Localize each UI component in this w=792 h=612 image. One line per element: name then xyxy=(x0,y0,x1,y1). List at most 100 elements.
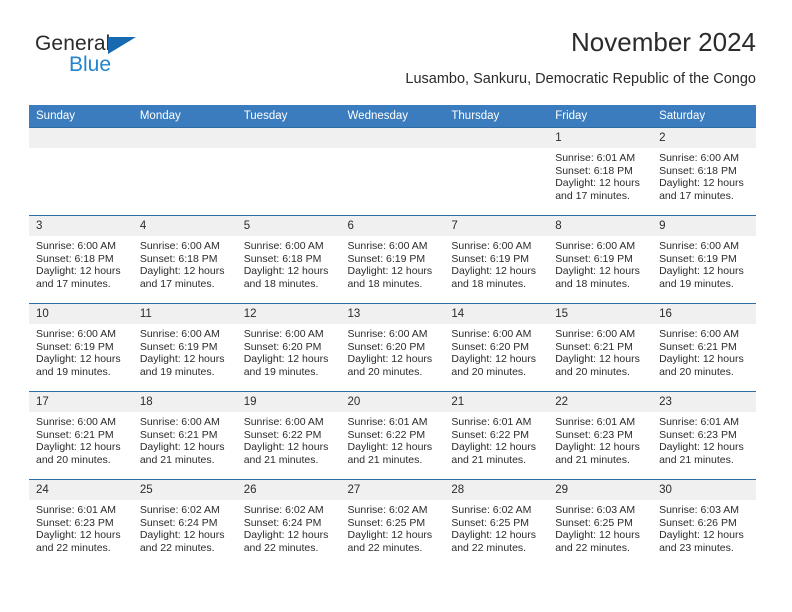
day-detail-line: Sunset: 6:20 PM xyxy=(243,340,322,353)
day-detail-line: Daylight: 12 hours xyxy=(139,265,225,278)
calendar-grid: Sunday Monday Tuesday Wednesday Thursday Frid… xyxy=(29,105,756,567)
day-detail-line: Sunset: 6:26 PM xyxy=(659,516,737,529)
day-detail-line: Daylight: 12 hours xyxy=(555,177,640,190)
day-detail-line: Daylight: 12 hours xyxy=(451,265,537,278)
day-number: 3 xyxy=(29,216,133,236)
weekday-header-cell: Tuesday xyxy=(236,105,341,127)
day-sun-details: Sunrise: 6:01 AM Sunset: 6:18 PM Daylight:… xyxy=(548,148,652,202)
day-detail-line: Sunrise: 6:00 AM xyxy=(243,416,324,428)
calendar-header-row: Sunday Monday Tuesday Wednesday Thursday Frid… xyxy=(29,105,756,127)
day-detail-line: Sunset: 6:21 PM xyxy=(139,428,218,441)
calendar-day-cell[interactable]: 29 Sunrise: 6:03 AM Sunset: 6:25 PM Dayligh… xyxy=(548,479,653,567)
day-cell-inner: 19 Sunrise: 6:00 AM Sunset: 6:22 PM Dayligh… xyxy=(236,391,341,479)
day-detail-line: Daylight: 12 hours xyxy=(36,529,121,542)
day-detail-line: and 19 minutes. xyxy=(243,365,319,378)
day-sun-details xyxy=(29,148,133,152)
calendar-day-cell[interactable]: 16 Sunrise: 6:00 AM Sunset: 6:21 PM Dayligh… xyxy=(652,303,756,391)
day-detail-line: Sunrise: 6:00 AM xyxy=(36,416,116,428)
day-number: 11 xyxy=(132,304,237,324)
day-number: 12 xyxy=(236,304,341,324)
day-detail-line: Sunset: 6:21 PM xyxy=(36,428,114,441)
calendar-day-cell[interactable]: 28 Sunrise: 6:02 AM Sunset: 6:25 PM Dayligh… xyxy=(444,479,549,567)
calendar-day-cell[interactable]: 4 Sunrise: 6:00 AM Sunset: 6:18 PM Daylight… xyxy=(132,215,237,303)
calendar-day-cell[interactable]: 7 Sunrise: 6:00 AM Sunset: 6:19 PM Daylight… xyxy=(444,215,549,303)
calendar-day-cell[interactable]: 9 Sunrise: 6:00 AM Sunset: 6:19 PM Daylight… xyxy=(652,215,756,303)
day-number: 14 xyxy=(444,304,549,324)
calendar-day-cell[interactable]: 23 Sunrise: 6:01 AM Sunset: 6:23 PM Dayligh… xyxy=(652,391,756,479)
calendar-day-cell[interactable]: 3 Sunrise: 6:00 AM Sunset: 6:18 PM Daylight… xyxy=(29,215,133,303)
day-detail-line: Sunrise: 6:00 AM xyxy=(659,152,740,164)
calendar-day-cell[interactable]: 26 Sunrise: 6:02 AM Sunset: 6:24 PM Dayligh… xyxy=(236,479,341,567)
day-cell-inner: 16 Sunrise: 6:00 AM Sunset: 6:21 PM Dayligh… xyxy=(652,303,756,391)
calendar-day-cell[interactable]: 2 Sunrise: 6:00 AM Sunset: 6:18 PM Daylight… xyxy=(652,127,756,215)
calendar-day-cell[interactable]: 30 Sunrise: 6:03 AM Sunset: 6:26 PM Dayligh… xyxy=(652,479,756,567)
day-number xyxy=(132,128,237,148)
calendar-day-cell[interactable]: 20 Sunrise: 6:01 AM Sunset: 6:22 PM Dayligh… xyxy=(340,391,445,479)
day-cell-inner: 8 Sunrise: 6:00 AM Sunset: 6:19 PM Daylight… xyxy=(548,215,653,303)
day-cell-inner: 27 Sunrise: 6:02 AM Sunset: 6:25 PM Dayligh… xyxy=(340,479,445,567)
weekday-header-cell: Sunday xyxy=(29,105,133,127)
day-number: 16 xyxy=(652,304,756,324)
calendar-day-cell[interactable]: 5 Sunrise: 6:00 AM Sunset: 6:18 PM Daylight… xyxy=(236,215,341,303)
calendar-day-cell[interactable]: 15 Sunrise: 6:00 AM Sunset: 6:21 PM Dayligh… xyxy=(548,303,653,391)
day-sun-details: Sunrise: 6:01 AM Sunset: 6:23 PM Daylight:… xyxy=(29,500,133,554)
day-sun-details: Sunrise: 6:02 AM Sunset: 6:24 PM Daylight:… xyxy=(133,500,237,554)
calendar-day-cell[interactable]: 13 Sunrise: 6:00 AM Sunset: 6:20 PM Dayligh… xyxy=(340,303,445,391)
day-sun-details: Sunrise: 6:00 AM Sunset: 6:19 PM Daylight:… xyxy=(29,324,133,378)
day-number: 27 xyxy=(340,480,445,500)
day-detail-line: and 20 minutes. xyxy=(555,365,630,378)
day-detail-line: Daylight: 12 hours xyxy=(243,353,329,366)
day-sun-details: Sunrise: 6:01 AM Sunset: 6:22 PM Daylight:… xyxy=(444,412,548,466)
calendar-day-cell[interactable]: 19 Sunrise: 6:00 AM Sunset: 6:22 PM Dayligh… xyxy=(236,391,341,479)
day-detail-line: Daylight: 12 hours xyxy=(555,353,640,366)
day-number: 1 xyxy=(548,128,653,148)
calendar-day-cell[interactable]: 18 Sunrise: 6:00 AM Sunset: 6:21 PM Dayligh… xyxy=(132,391,237,479)
day-detail-line: Sunrise: 6:00 AM xyxy=(555,328,636,340)
day-sun-details: Sunrise: 6:00 AM Sunset: 6:19 PM Daylight:… xyxy=(652,236,756,290)
day-cell-inner: 11 Sunrise: 6:00 AM Sunset: 6:19 PM Dayligh… xyxy=(132,303,237,391)
day-number: 10 xyxy=(29,304,133,324)
weekday-header-cell: Saturday xyxy=(652,105,756,127)
day-number: 23 xyxy=(652,392,756,412)
calendar-day-cell[interactable]: 14 Sunrise: 6:00 AM Sunset: 6:20 PM Dayligh… xyxy=(444,303,549,391)
day-detail-line: Sunset: 6:20 PM xyxy=(347,340,426,353)
calendar-day-cell[interactable]: 22 Sunrise: 6:01 AM Sunset: 6:23 PM Dayligh… xyxy=(548,391,653,479)
calendar-day-cell[interactable]: 21 Sunrise: 6:01 AM Sunset: 6:22 PM Dayligh… xyxy=(444,391,549,479)
general-blue-logo[interactable]: General Blue xyxy=(35,32,235,84)
day-sun-details: Sunrise: 6:00 AM Sunset: 6:19 PM Daylight:… xyxy=(548,236,652,290)
day-number: 5 xyxy=(236,216,341,236)
day-detail-line: Sunset: 6:21 PM xyxy=(555,340,633,353)
day-detail-line: Sunset: 6:22 PM xyxy=(347,428,426,441)
day-detail-line: Daylight: 12 hours xyxy=(659,353,744,366)
calendar-page: General Blue November 2024 Lusambo, Sank… xyxy=(0,0,792,612)
day-sun-details: Sunrise: 6:03 AM Sunset: 6:25 PM Daylight:… xyxy=(548,500,652,554)
day-detail-line: Sunrise: 6:03 AM xyxy=(659,504,740,516)
day-detail-line: Sunset: 6:25 PM xyxy=(347,516,426,529)
day-cell-inner: 21 Sunrise: 6:01 AM Sunset: 6:22 PM Dayligh… xyxy=(444,391,549,479)
calendar-day-cell[interactable]: 25 Sunrise: 6:02 AM Sunset: 6:24 PM Dayligh… xyxy=(132,479,237,567)
day-sun-details: Sunrise: 6:01 AM Sunset: 6:23 PM Daylight:… xyxy=(652,412,756,466)
day-detail-line: Daylight: 12 hours xyxy=(659,265,744,278)
calendar-day-cell[interactable]: 24 Sunrise: 6:01 AM Sunset: 6:23 PM Dayligh… xyxy=(29,479,133,567)
day-sun-details: Sunrise: 6:03 AM Sunset: 6:26 PM Daylight:… xyxy=(652,500,756,554)
day-cell-inner: 5 Sunrise: 6:00 AM Sunset: 6:18 PM Daylight… xyxy=(236,215,341,303)
calendar-day-cell[interactable]: 11 Sunrise: 6:00 AM Sunset: 6:19 PM Dayligh… xyxy=(132,303,237,391)
calendar-day-cell[interactable]: 10 Sunrise: 6:00 AM Sunset: 6:19 PM Dayligh… xyxy=(29,303,133,391)
calendar-day-cell[interactable]: 17 Sunrise: 6:00 AM Sunset: 6:21 PM Dayligh… xyxy=(29,391,133,479)
day-cell-inner: 24 Sunrise: 6:01 AM Sunset: 6:23 PM Dayligh… xyxy=(29,479,133,567)
calendar-day-cell[interactable]: 1 Sunrise: 6:01 AM Sunset: 6:18 PM Daylight… xyxy=(548,127,653,215)
day-number: 2 xyxy=(652,128,756,148)
calendar-empty-cell xyxy=(340,127,445,215)
calendar-day-cell[interactable]: 8 Sunrise: 6:00 AM Sunset: 6:19 PM Daylight… xyxy=(548,215,653,303)
calendar-day-cell[interactable]: 6 Sunrise: 6:00 AM Sunset: 6:19 PM Daylight… xyxy=(340,215,445,303)
day-detail-line: and 19 minutes. xyxy=(139,365,215,378)
day-sun-details: Sunrise: 6:00 AM Sunset: 6:22 PM Daylight:… xyxy=(237,412,341,466)
day-detail-line: Sunrise: 6:00 AM xyxy=(36,328,116,340)
day-number: 26 xyxy=(236,480,341,500)
day-detail-line: and 17 minutes. xyxy=(36,277,111,290)
day-number: 7 xyxy=(444,216,549,236)
calendar-day-cell[interactable]: 27 Sunrise: 6:02 AM Sunset: 6:25 PM Dayligh… xyxy=(340,479,445,567)
calendar-day-cell[interactable]: 12 Sunrise: 6:00 AM Sunset: 6:20 PM Dayligh… xyxy=(236,303,341,391)
title-block: November 2024 Lusambo, Sankuru, Democrat… xyxy=(405,26,756,89)
day-detail-line: Sunrise: 6:00 AM xyxy=(139,416,220,428)
